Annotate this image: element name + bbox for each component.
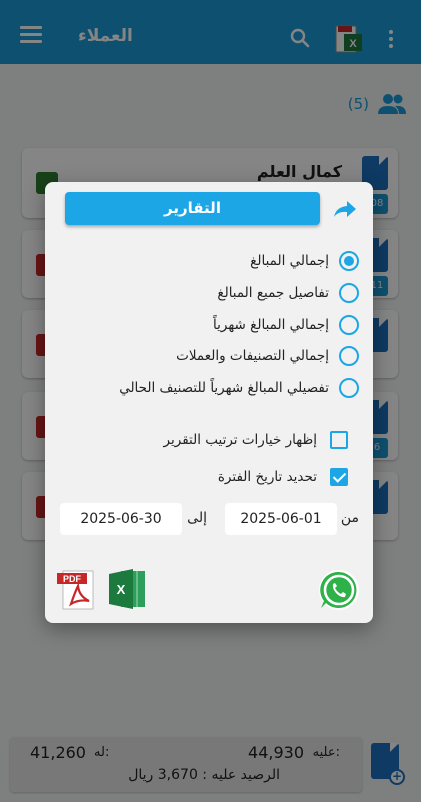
set-period-checkbox-row[interactable]: تحديد تاريخ الفترة <box>218 465 348 489</box>
report-option[interactable]: إجمالي التصنيفات والعملات <box>176 344 359 368</box>
report-option[interactable]: تفصيلي المبالغ شهرياً للتصنيف الحالي <box>119 376 359 400</box>
date-to-label: إلى <box>187 510 207 526</box>
radio-button[interactable] <box>339 315 359 335</box>
share-icon[interactable] <box>333 199 357 219</box>
date-to-field[interactable]: 2025-06-30 <box>60 503 182 535</box>
show-sort-options-checkbox-row[interactable]: إظهار خيارات ترتيب التقرير <box>164 428 348 452</box>
report-option[interactable]: تفاصيل جميع المبالغ <box>217 281 359 305</box>
excel-icon[interactable]: X <box>107 568 147 610</box>
reports-dialog: التقارير إجمالي المبالغ تفاصيل جميع المب… <box>45 182 373 623</box>
whatsapp-icon[interactable] <box>317 568 361 612</box>
show-sort-options-checkbox[interactable] <box>330 431 348 449</box>
date-from-label: من <box>340 510 359 526</box>
report-option-label: تفاصيل جميع المبالغ <box>217 285 329 301</box>
radio-button[interactable] <box>339 283 359 303</box>
report-option-label: إجمالي المبالغ <box>250 253 329 269</box>
report-option-label: إجمالي التصنيفات والعملات <box>176 348 329 364</box>
report-option-label: تفصيلي المبالغ شهرياً للتصنيف الحالي <box>119 380 329 396</box>
radio-button[interactable] <box>339 378 359 398</box>
report-option[interactable]: إجمالي المبالغ <box>250 249 359 273</box>
set-period-checkbox[interactable] <box>330 468 348 486</box>
radio-button[interactable] <box>339 251 359 271</box>
report-option-label: إجمالي المبالغ شهرياً <box>213 317 329 333</box>
pdf-icon[interactable]: PDF <box>57 570 99 610</box>
date-from-field[interactable]: 2025-06-01 <box>225 503 337 535</box>
radio-button[interactable] <box>339 346 359 366</box>
report-option[interactable]: إجمالي المبالغ شهرياً <box>213 313 359 337</box>
show-sort-options-label: إظهار خيارات ترتيب التقرير <box>163 432 317 448</box>
svg-text:X: X <box>117 582 126 597</box>
set-period-label: تحديد تاريخ الفترة <box>217 469 317 485</box>
reports-title-button[interactable]: التقارير <box>65 192 320 225</box>
